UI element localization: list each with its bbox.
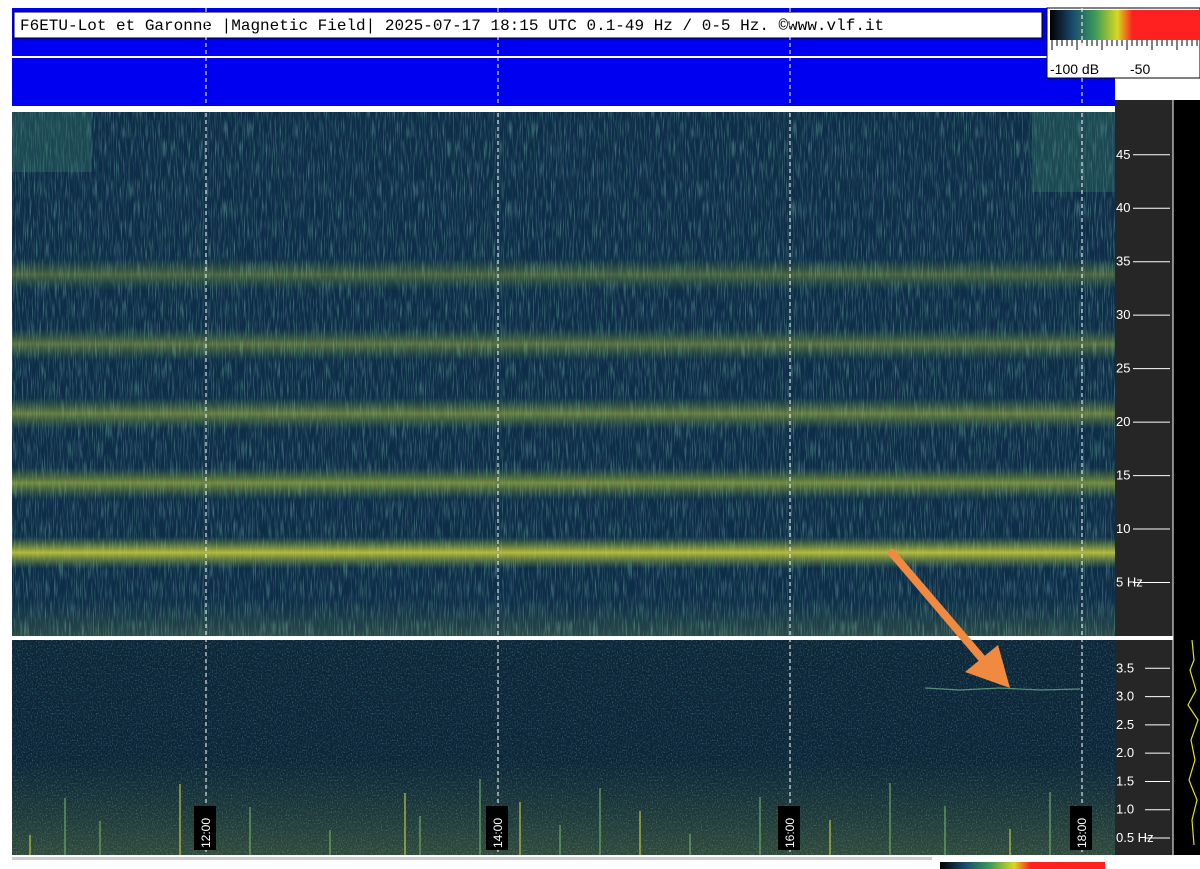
- y-tick-label-lower: 1.5: [1116, 773, 1134, 788]
- y-tick-label-lower: 0.5 Hz: [1116, 830, 1154, 845]
- spectrogram-figure: F6ETU-Lot et Garonne |Magnetic Field| 20…: [0, 0, 1200, 869]
- upper-spectrogram: [12, 112, 1115, 636]
- y-tick-label-upper: 20: [1116, 414, 1130, 429]
- right-axis: 5 Hz 10 15 20 25 30 35 40 45 0.5 Hz 1.0 1.5 2.0 2.5 3…: [1115, 100, 1200, 855]
- lower-spectrogram: [12, 640, 1115, 855]
- y-tick-label-upper: 10: [1116, 521, 1130, 536]
- y-tick-label-upper: 45: [1116, 147, 1130, 162]
- time-label: 12:00: [199, 818, 213, 848]
- y-tick-label-lower: 2.5: [1116, 717, 1134, 732]
- color-scale-max-label: -50: [1130, 61, 1150, 77]
- color-scale-bar: [1050, 10, 1200, 40]
- schumann-band: [12, 536, 1115, 569]
- time-label: 14:00: [491, 818, 505, 848]
- bottom-strip: [0, 855, 1200, 869]
- y-tick-label-upper: 35: [1116, 254, 1130, 269]
- y-tick-label-lower: 3.5: [1116, 660, 1134, 675]
- schumann-band: [12, 467, 1115, 500]
- y-tick-label-lower: 2.0: [1116, 745, 1134, 760]
- y-tick-label-upper: 25: [1116, 361, 1130, 376]
- y-tick-label-lower: 1.0: [1116, 802, 1134, 817]
- time-label: 18:00: [1075, 818, 1089, 848]
- y-tick-label-upper: 30: [1116, 307, 1130, 322]
- time-label: 16:00: [783, 818, 797, 848]
- color-scale-min-label: -100 dB: [1050, 61, 1099, 77]
- header-bar: F6ETU-Lot et Garonne |Magnetic Field| 20…: [0, 0, 1200, 110]
- y-tick-label-lower: 3.0: [1116, 689, 1134, 704]
- chart-title: F6ETU-Lot et Garonne |Magnetic Field| 20…: [20, 17, 884, 35]
- y-tick-label-upper: 15: [1116, 468, 1130, 483]
- color-scale: -100 dB -50: [1046, 7, 1200, 79]
- schumann-band: [12, 258, 1115, 291]
- y-tick-label-upper: 5 Hz: [1116, 575, 1143, 590]
- schumann-band: [12, 328, 1115, 361]
- y-tick-label-upper: 40: [1116, 200, 1130, 215]
- schumann-band: [12, 397, 1115, 430]
